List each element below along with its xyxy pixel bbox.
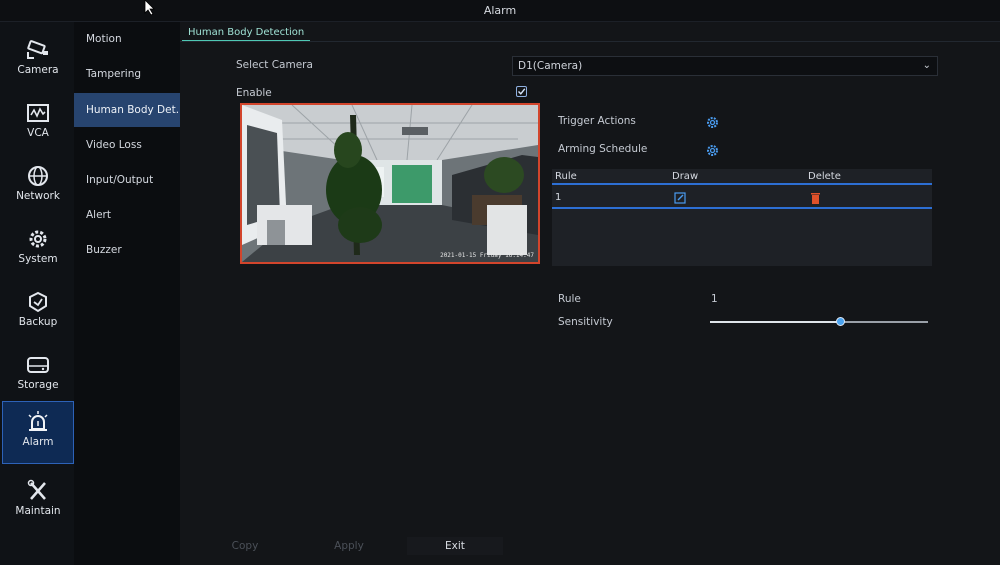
select-camera-label: Select Camera: [236, 59, 313, 71]
camera-live-preview[interactable]: 2021-01-15 Friday 16:14:47: [240, 103, 540, 264]
sub-nav-alert[interactable]: Alert: [74, 198, 180, 232]
alarm-siren-icon: [28, 411, 48, 431]
vca-icon: [27, 104, 49, 122]
camera-icon: [27, 40, 48, 59]
nav-label: System: [18, 253, 58, 265]
apply-button[interactable]: Apply: [301, 537, 397, 555]
nav-label: Alarm: [22, 436, 54, 448]
nav-item-storage[interactable]: Storage: [2, 345, 74, 408]
storage-drive-icon: [27, 357, 49, 373]
arming-schedule-gear-icon[interactable]: [706, 144, 719, 157]
alarm-sub-nav: Motion Tampering Human Body Det... Video…: [74, 22, 180, 565]
main-panel: Human Body Detection Select Camera D1(Ca…: [180, 22, 1000, 565]
tab-divider: [180, 41, 1000, 42]
copy-button[interactable]: Copy: [197, 537, 293, 555]
nav-label: Camera: [17, 64, 59, 76]
column-header-rule: Rule: [555, 171, 577, 182]
sub-nav-video-loss[interactable]: Video Loss: [74, 128, 180, 162]
exit-button[interactable]: Exit: [407, 537, 503, 555]
draw-edit-icon[interactable]: [674, 192, 686, 204]
rules-table: Rule Draw Delete 1: [552, 169, 932, 266]
enable-checkbox[interactable]: [516, 86, 527, 97]
main-nav-sidebar: Camera VCA Network System Backup Storage…: [0, 22, 74, 565]
maintain-tools-icon: [27, 479, 46, 500]
sub-nav-tampering[interactable]: Tampering: [74, 57, 180, 91]
sensitivity-label: Sensitivity: [558, 316, 613, 328]
chevron-down-icon: ⌄: [922, 60, 931, 71]
nav-label: Storage: [17, 379, 59, 391]
video-timestamp-osd: 2021-01-15 Friday 16:14:47: [440, 252, 534, 259]
rule-detail-value: 1: [711, 293, 718, 305]
backup-icon: [29, 291, 47, 313]
nav-label: VCA: [27, 127, 49, 139]
nav-label: Network: [16, 190, 60, 202]
checkmark-icon: [518, 88, 526, 95]
tab-human-body-detection[interactable]: Human Body Detection: [182, 26, 311, 42]
camera-scene-image: [242, 105, 538, 262]
nav-item-network[interactable]: Network: [2, 156, 74, 219]
nav-item-camera[interactable]: Camera: [2, 30, 74, 93]
trigger-actions-gear-icon[interactable]: [706, 116, 719, 129]
sensitivity-slider-fill: [710, 321, 841, 323]
sub-nav-human-body-detection[interactable]: Human Body Det...: [74, 93, 180, 127]
enable-label: Enable: [236, 87, 272, 99]
table-row[interactable]: 1: [552, 187, 932, 209]
nav-item-system[interactable]: System: [2, 219, 74, 282]
sub-nav-input-output[interactable]: Input/Output: [74, 163, 180, 197]
mouse-pointer-icon: [144, 0, 155, 16]
arming-schedule-label: Arming Schedule: [558, 143, 648, 155]
nav-label: Backup: [18, 316, 58, 328]
select-camera-value: D1(Camera): [518, 60, 583, 72]
select-camera-dropdown[interactable]: D1(Camera) ⌄: [512, 56, 938, 76]
nav-item-backup[interactable]: Backup: [2, 282, 74, 345]
sensitivity-slider-handle[interactable]: [835, 317, 845, 326]
rules-table-header: Rule Draw Delete: [552, 169, 932, 185]
sub-nav-motion[interactable]: Motion: [74, 22, 180, 56]
window-title: Alarm: [483, 4, 517, 17]
delete-trash-icon[interactable]: [810, 192, 821, 204]
nav-item-vca[interactable]: VCA: [2, 93, 74, 156]
rule-detail-label: Rule: [558, 293, 581, 305]
nav-item-maintain[interactable]: Maintain: [2, 471, 74, 534]
system-gear-icon: [29, 230, 47, 248]
trigger-actions-label: Trigger Actions: [558, 115, 636, 127]
network-globe-icon: [28, 166, 48, 186]
nav-label: Maintain: [15, 505, 61, 517]
nav-item-alarm[interactable]: Alarm: [2, 401, 74, 464]
column-header-draw: Draw: [672, 171, 699, 182]
rule-number: 1: [555, 192, 562, 203]
column-header-delete: Delete: [808, 171, 841, 182]
sensitivity-slider[interactable]: [710, 317, 928, 326]
sub-nav-buzzer[interactable]: Buzzer: [74, 233, 180, 267]
